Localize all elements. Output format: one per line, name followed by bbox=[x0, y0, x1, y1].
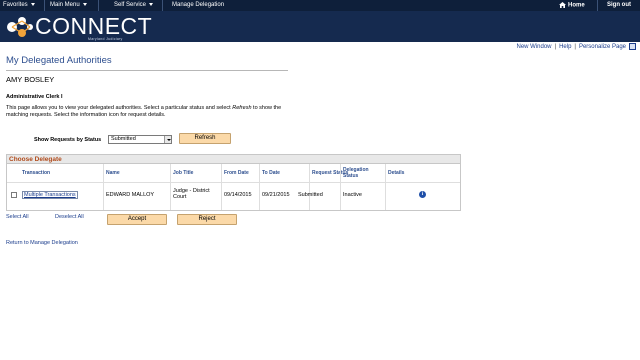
cell-delegation-status: Inactive bbox=[343, 192, 362, 198]
reject-button[interactable]: Reject bbox=[177, 214, 237, 225]
column-header-job-title: Job Title bbox=[173, 170, 194, 176]
chevron-down-icon[interactable] bbox=[164, 136, 171, 143]
logo-emblem-icon bbox=[7, 17, 33, 37]
favorites-menu[interactable]: Favorites bbox=[3, 2, 35, 8]
column-header-transaction: Transaction bbox=[22, 170, 51, 176]
refresh-button[interactable]: Refresh bbox=[179, 133, 231, 144]
cell-name: EDWARD MALLOY bbox=[106, 192, 155, 198]
home-icon bbox=[559, 2, 566, 8]
column-divider bbox=[309, 164, 310, 210]
page-title: My Delegated Authorities bbox=[6, 55, 112, 66]
column-divider bbox=[259, 164, 260, 210]
chevron-down-icon bbox=[82, 2, 87, 6]
column-header-name: Name bbox=[106, 170, 120, 176]
utility-links: New Window | Help | Personalize Page bbox=[516, 43, 636, 50]
grid-header: Choose Delegate bbox=[7, 155, 460, 164]
connect-logo: CONNECT Maryland Judiciary bbox=[4, 13, 154, 43]
link-separator: | bbox=[554, 44, 557, 51]
nav-divider bbox=[162, 0, 163, 11]
page-description: This page allows you to view your delega… bbox=[6, 105, 286, 119]
user-role: Administrative Clerk I bbox=[6, 94, 63, 100]
chevron-down-icon bbox=[30, 2, 35, 6]
link-separator: | bbox=[574, 44, 576, 51]
home-link[interactable]: Home bbox=[559, 2, 585, 9]
chevron-down-icon bbox=[149, 2, 154, 6]
status-select-value: Submitted bbox=[111, 136, 136, 142]
column-header-from-date: From Date bbox=[224, 170, 249, 176]
self-service-label: Self Service bbox=[114, 2, 147, 8]
multiple-transactions-link[interactable]: Multiple Transactions bbox=[22, 191, 78, 199]
favorites-label: Favorites bbox=[3, 2, 28, 8]
column-divider bbox=[103, 164, 104, 210]
column-header-details: Details bbox=[388, 170, 405, 176]
select-all-link[interactable]: Select All bbox=[6, 214, 29, 220]
info-icon[interactable]: i bbox=[419, 191, 426, 198]
row-divider bbox=[7, 182, 460, 183]
row-select-checkbox[interactable] bbox=[11, 192, 17, 198]
cell-request-status: Submitted bbox=[298, 192, 323, 198]
deselect-all-link[interactable]: Deselect All bbox=[55, 214, 84, 220]
sign-out-link[interactable]: Sign out bbox=[607, 2, 631, 8]
breadcrumb-manage-delegation[interactable]: Manage Delegation bbox=[172, 2, 224, 8]
column-divider bbox=[170, 164, 171, 210]
description-emphasis: Refresh bbox=[232, 105, 252, 111]
column-divider bbox=[221, 164, 222, 210]
return-to-manage-delegation-link[interactable]: Return to Manage Delegation bbox=[6, 240, 78, 246]
nav-divider bbox=[44, 0, 45, 11]
delegate-grid: Choose Delegate Transaction Name Job Tit… bbox=[6, 154, 461, 211]
page-settings-icon[interactable] bbox=[629, 43, 636, 50]
column-divider bbox=[340, 164, 341, 210]
logo-wordmark: CONNECT bbox=[35, 13, 153, 39]
top-nav-bar: Favorites Main Menu Self Service Manage … bbox=[0, 0, 640, 11]
description-text: This page allows you to view your delega… bbox=[6, 105, 233, 111]
new-window-link[interactable]: New Window bbox=[516, 44, 551, 50]
accept-button[interactable]: Accept bbox=[107, 214, 167, 225]
status-select[interactable]: Submitted bbox=[108, 135, 172, 144]
column-header-to-date: To Date bbox=[262, 170, 280, 176]
personalize-page-link[interactable]: Personalize Page bbox=[579, 44, 626, 50]
logo-subtitle: Maryland Judiciary bbox=[88, 37, 123, 41]
title-divider bbox=[6, 70, 288, 71]
cell-from-date: 09/14/2015 bbox=[224, 192, 252, 198]
self-service-menu[interactable]: Self Service bbox=[114, 2, 154, 8]
column-header-delegation-status: Delegation Status bbox=[343, 167, 369, 179]
help-link[interactable]: Help bbox=[559, 44, 571, 50]
home-label: Home bbox=[568, 2, 585, 9]
nav-divider bbox=[98, 0, 99, 11]
grid-title: Choose Delegate bbox=[9, 156, 62, 163]
cell-to-date: 09/21/2015 bbox=[262, 192, 290, 198]
status-filter-label: Show Requests by Status bbox=[34, 137, 102, 143]
main-menu[interactable]: Main Menu bbox=[50, 2, 87, 8]
main-menu-label: Main Menu bbox=[50, 2, 80, 8]
cell-job-title: Judge - District Court bbox=[173, 188, 210, 200]
nav-divider bbox=[597, 0, 598, 11]
user-name: AMY BOSLEY bbox=[6, 75, 55, 84]
column-divider bbox=[385, 164, 386, 210]
